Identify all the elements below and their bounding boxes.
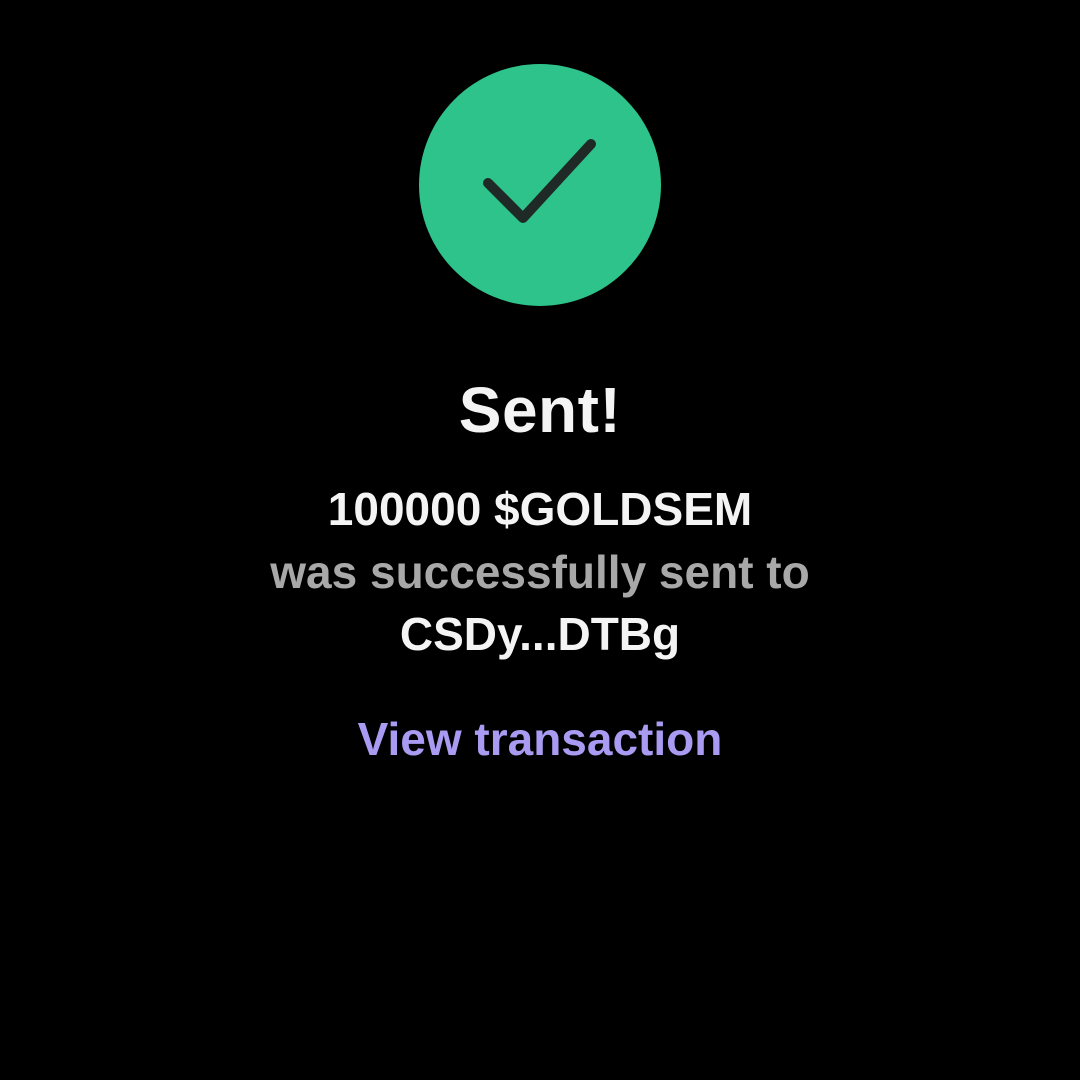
- success-message: was successfully sent to: [270, 546, 810, 598]
- send-success-screen: Sent! 100000 $GOLDSEM was successfully s…: [0, 0, 1080, 1080]
- page-title: Sent!: [458, 374, 622, 446]
- success-badge: [419, 64, 661, 306]
- checkmark-icon: [483, 139, 596, 223]
- sent-amount: 100000 $GOLDSEM: [327, 483, 753, 535]
- view-transaction-link[interactable]: View transaction: [320, 708, 760, 770]
- recipient-address: CSDy...DTBg: [399, 608, 681, 660]
